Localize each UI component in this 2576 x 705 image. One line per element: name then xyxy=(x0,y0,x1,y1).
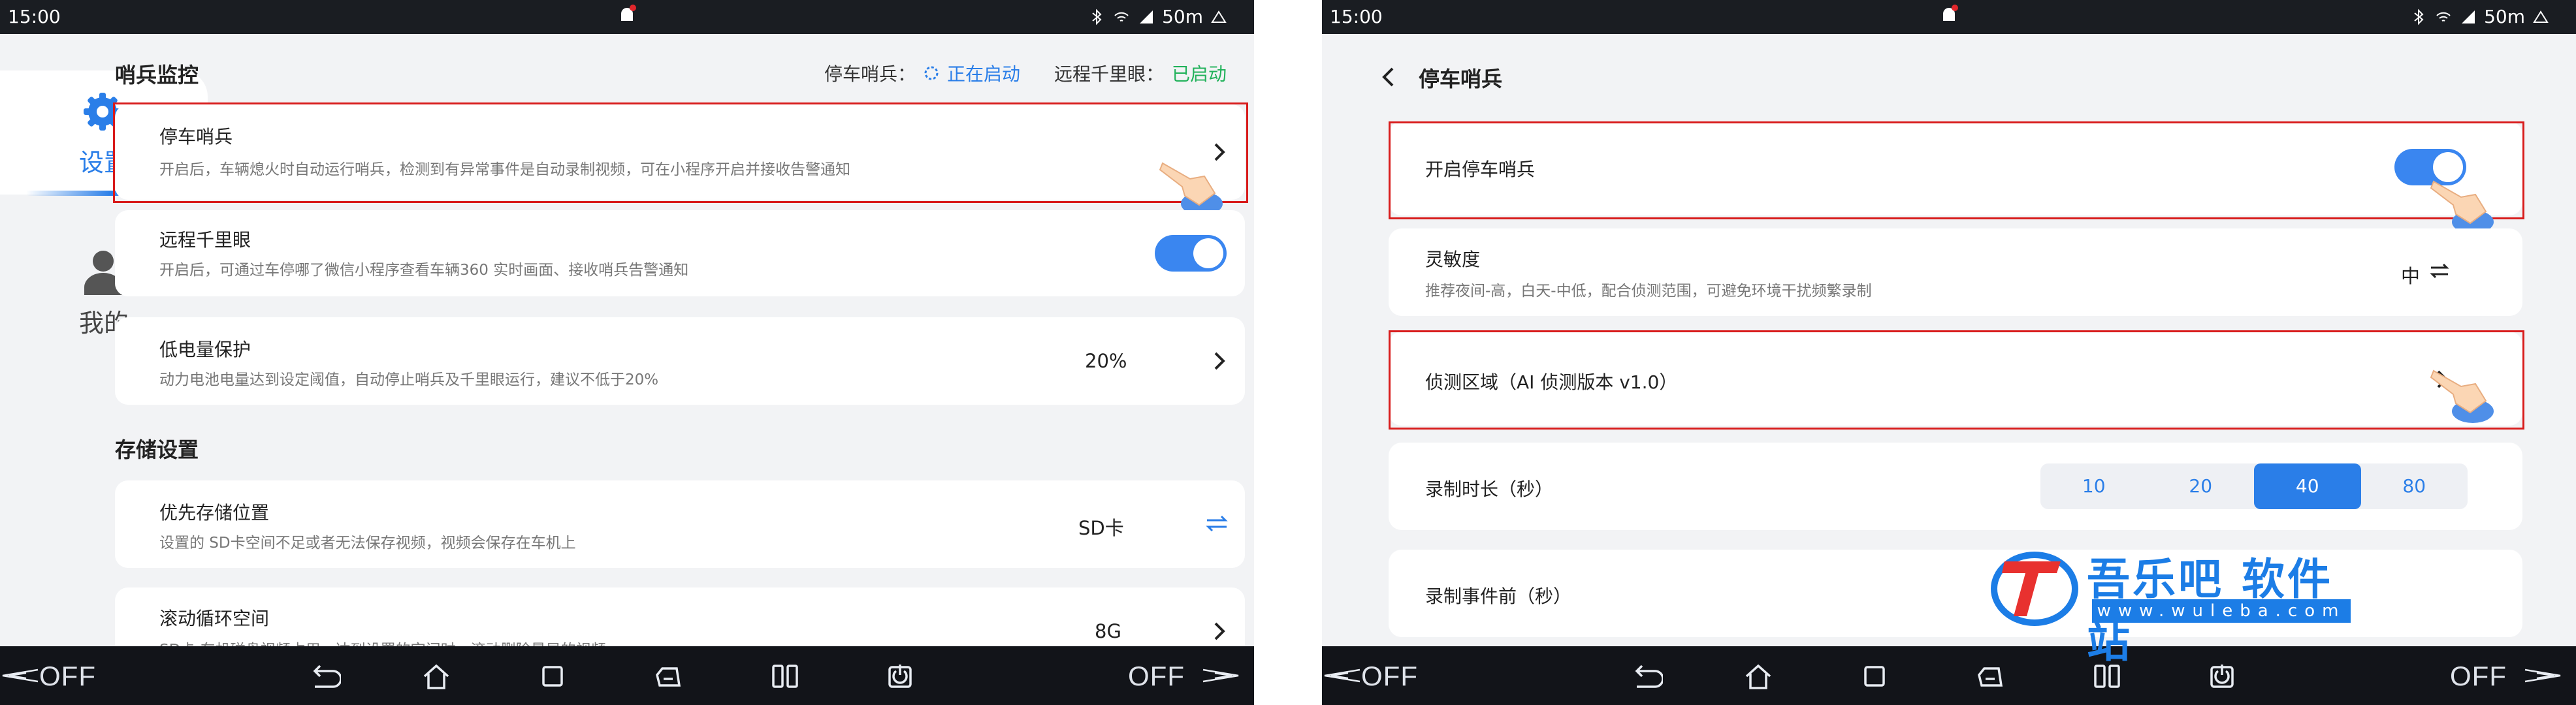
status-time: 15:00 xyxy=(1330,6,1383,27)
logo-mark-icon xyxy=(1991,552,2078,626)
remote-eye-item: 远程千里眼 开启后，可通过车停哪了微信小程序查看车辆360 实时画面、接收哨兵告… xyxy=(115,210,1245,296)
wing-right-icon xyxy=(1202,668,1239,683)
pointing-hand-icon xyxy=(2430,369,2494,423)
duration-selector: 10 20 40 80 xyxy=(2040,463,2468,509)
item-value: SD卡 xyxy=(1078,517,1124,539)
parking-status-value: 正在启动 xyxy=(946,63,1020,85)
vehicle-view-icon[interactable] xyxy=(651,659,684,693)
status-bar: 15:00 50m xyxy=(1322,0,2576,34)
bell-icon xyxy=(1943,5,1958,21)
remote-eye-toggle[interactable] xyxy=(1155,235,1227,272)
status-icons: 50m xyxy=(2409,0,2550,34)
climate-left-off[interactable]: OFF xyxy=(1361,661,1418,692)
item-title: 低电量保护 xyxy=(159,339,251,360)
item-value: 中 xyxy=(2401,265,2421,287)
split-screen-icon[interactable] xyxy=(768,659,802,693)
watermark-url: www.wuleba.com xyxy=(2092,599,2351,623)
home-icon[interactable] xyxy=(1741,659,1775,693)
swap-icon xyxy=(1206,515,1228,532)
signal-icon xyxy=(2462,10,2475,24)
sensitivity-item[interactable]: 灵敏度 推荐夜间-高，白天-中低，配合侦测范围，可避免环境干扰频繁录制 中 xyxy=(1389,228,2522,316)
recent-apps-icon[interactable] xyxy=(1858,659,1892,693)
item-value: 8G xyxy=(1095,620,1121,642)
power-icon[interactable] xyxy=(883,659,917,693)
status-icons: 50m xyxy=(1087,0,1228,34)
sentry-status-summary: 停车哨兵： 正在启动 远程千里眼： 已启动 xyxy=(824,60,1227,86)
highlight-box xyxy=(113,102,1248,203)
item-subtitle: 开启后，可通过车停哪了微信小程序查看车辆360 实时画面、接收哨兵告警通知 xyxy=(159,262,689,279)
item-title: 优先存储位置 xyxy=(159,502,270,524)
status-bar: 15:00 50m xyxy=(0,0,1254,34)
status-right-text: 50m xyxy=(2484,6,2525,27)
item-title: 滚动循环空间 xyxy=(159,608,270,629)
item-title: 录制时长（秒） xyxy=(1425,478,1554,500)
storage-location-item[interactable]: 优先存储位置 设置的 SD卡空间不足或者无法保存视频，视频会保存在车机上 SD卡 xyxy=(115,480,1245,568)
duration-option-80[interactable]: 80 xyxy=(2361,463,2468,509)
back-icon[interactable] xyxy=(1629,659,1663,693)
wing-right-icon xyxy=(2524,668,2561,683)
highlight-box xyxy=(1389,330,2524,430)
item-value: 20% xyxy=(1085,350,1127,372)
duration-option-20[interactable]: 20 xyxy=(2148,463,2255,509)
wing-left-icon xyxy=(2,668,39,683)
item-subtitle: 推荐夜间-高，白天-中低，配合侦测范围，可避免环境干扰频繁录制 xyxy=(1425,283,1872,300)
chevron-right-icon xyxy=(1214,352,1225,370)
back-icon[interactable] xyxy=(307,659,341,693)
swap-icon xyxy=(2430,263,2449,279)
section-title-storage: 存储设置 xyxy=(115,437,199,462)
bluetooth-icon xyxy=(2414,8,2424,25)
chevron-right-icon xyxy=(1214,622,1225,640)
section-title-sentry: 哨兵监控 xyxy=(115,63,199,87)
low-battery-item[interactable]: 低电量保护 动力电池电量达到设定阈值，自动停止哨兵及千里眼运行，建议不低于20%… xyxy=(115,317,1245,405)
watermark-logo: 吾乐吧 软件站 www.wuleba.com xyxy=(1989,542,2355,667)
signal-icon xyxy=(1140,10,1153,24)
item-title: 录制事件前（秒） xyxy=(1425,586,1572,607)
wifi-icon xyxy=(1114,12,1129,22)
duration-option-10[interactable]: 10 xyxy=(2040,463,2148,509)
parking-sentry-screen: 15:00 50m 停车哨兵 开启停车哨兵 灵敏度 推荐夜间-高，白天-中低，配… xyxy=(1322,0,2576,705)
remote-status-label: 远程千里眼： xyxy=(1054,63,1164,85)
wifi-icon xyxy=(2436,12,2451,22)
status-right-text: 50m xyxy=(1162,6,1203,27)
home-icon[interactable] xyxy=(419,659,453,693)
vehicle-icon xyxy=(1211,10,1227,23)
item-subtitle: 设置的 SD卡空间不足或者无法保存视频，视频会保存在车机上 xyxy=(159,535,576,552)
duration-option-40[interactable]: 40 xyxy=(2254,463,2361,509)
climate-right-off[interactable]: OFF xyxy=(2450,661,2507,692)
vehicle-icon xyxy=(2533,10,2549,23)
bell-icon xyxy=(621,5,636,21)
record-duration-item: 录制时长（秒） 10 20 40 80 xyxy=(1389,443,2522,530)
item-title: 远程千里眼 xyxy=(159,229,251,251)
remote-status-value: 已启动 xyxy=(1171,63,1227,85)
recent-apps-icon[interactable] xyxy=(536,659,570,693)
climate-left-off[interactable]: OFF xyxy=(39,661,96,692)
climate-right-off[interactable]: OFF xyxy=(1128,661,1185,692)
bluetooth-icon xyxy=(1092,8,1102,25)
wing-left-icon xyxy=(1324,668,1360,683)
loading-spinner-icon xyxy=(924,66,939,80)
system-nav-bar: OFF OFF xyxy=(0,646,1254,705)
vehicle-view-icon[interactable] xyxy=(1972,659,2006,693)
highlight-box xyxy=(1389,121,2524,219)
back-arrow-icon[interactable] xyxy=(1381,67,1395,87)
page-title: 停车哨兵 xyxy=(1419,67,1503,91)
item-title: 灵敏度 xyxy=(1425,249,1481,270)
item-subtitle: 动力电池电量达到设定阈值，自动停止哨兵及千里眼运行，建议不低于20% xyxy=(159,371,659,388)
settings-screen: 15:00 50m 设置 我的 哨兵监控 停车哨兵： 正在启动 远程千里眼： 已… xyxy=(0,0,1254,705)
status-time: 15:00 xyxy=(8,6,61,27)
system-nav-bar: OFF OFF xyxy=(1322,646,2576,705)
parking-status-label: 停车哨兵： xyxy=(824,63,916,85)
